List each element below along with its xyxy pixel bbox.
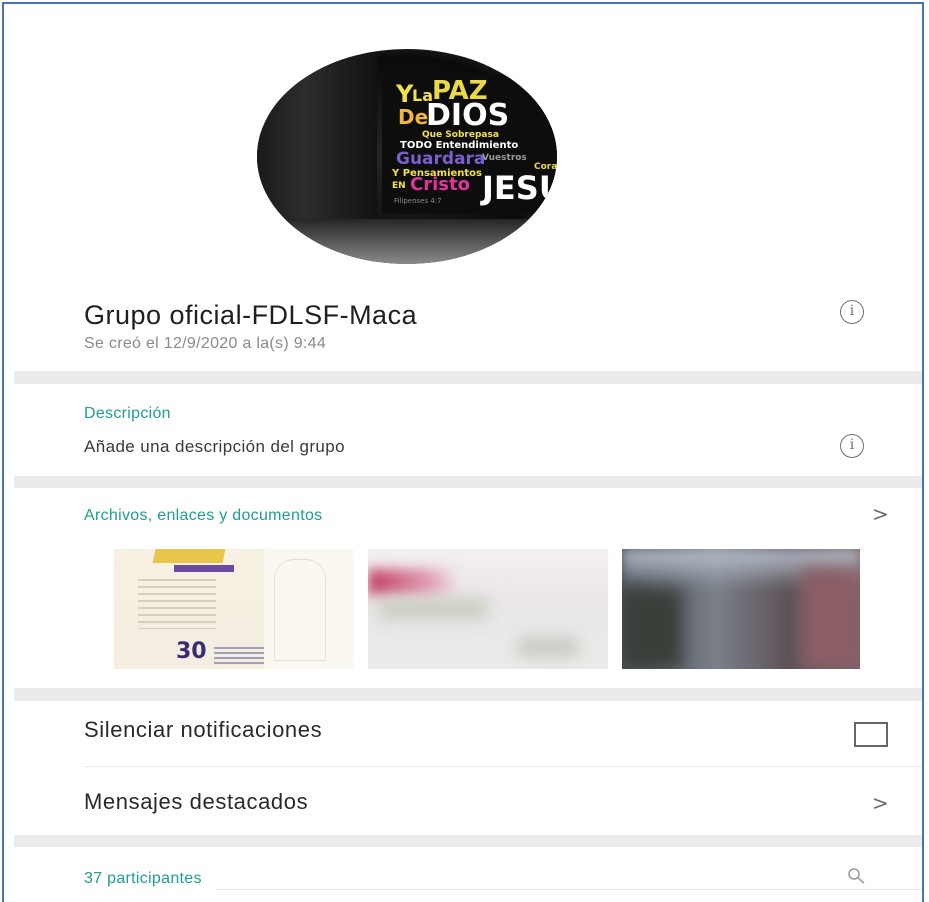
group-name: Grupo oficial-FDLSF-Maca: [84, 300, 418, 330]
poster-word: EN: [392, 181, 406, 191]
thumb-blur-shape: [368, 569, 458, 595]
group-info-panel: Y La PAZ De DIOS Que Sobrepasa TODO Ente…: [2, 2, 924, 902]
thumb-flyer-footer: [214, 647, 264, 665]
thumb-flyer-text: [138, 579, 216, 629]
thumb-blur-shape: [518, 637, 578, 657]
media-thumbnail[interactable]: [622, 549, 860, 669]
group-header: Y La PAZ De DIOS Que Sobrepasa TODO Ente…: [4, 4, 922, 371]
chevron-right-icon[interactable]: >: [872, 502, 889, 526]
group-avatar[interactable]: Y La PAZ De DIOS Que Sobrepasa TODO Ente…: [257, 49, 557, 264]
divider: [14, 371, 922, 384]
thumb-flyer-tower: [274, 559, 326, 661]
info-icon[interactable]: i: [840, 434, 864, 458]
divider: [14, 476, 922, 488]
poster-word: Filipenses 4:7: [394, 197, 442, 205]
search-icon[interactable]: [847, 867, 867, 887]
thumb-flyer-banner: [152, 549, 226, 563]
chevron-right-icon[interactable]: >: [872, 791, 889, 815]
mute-notifications-label[interactable]: Silenciar notificaciones: [84, 717, 322, 743]
poster-word: JESUS: [482, 169, 557, 207]
row-separator: [216, 889, 922, 890]
divider: [14, 688, 922, 701]
description-placeholder: Añade una descripción del grupo: [84, 437, 345, 456]
starred-messages-label[interactable]: Mensajes destacados: [84, 789, 308, 815]
poster-word: DIOS: [426, 98, 510, 133]
thumb-blur-shape: [378, 599, 488, 619]
row-separator: [84, 766, 922, 767]
avatar-poster: Y La PAZ De DIOS Que Sobrepasa TODO Ente…: [382, 74, 557, 214]
thumb-flyer-number: 30: [176, 639, 207, 664]
poster-word: Que Sobrepasa: [422, 130, 499, 140]
description-label: Descripción: [84, 405, 171, 422]
description-section[interactable]: Descripción i: [4, 384, 922, 476]
thumb-flyer-bar: [174, 565, 234, 572]
participants-count: 37 participantes: [84, 870, 202, 887]
thumb-blur-shape: [802, 569, 860, 669]
poster-word: Vuestros: [482, 153, 527, 163]
media-thumbnail[interactable]: [368, 549, 608, 669]
thumb-blur-shape: [622, 589, 682, 669]
poster-word: Guardara: [396, 149, 486, 169]
poster-word: Cristo: [410, 174, 470, 195]
poster-word: De: [398, 105, 429, 129]
info-icon[interactable]: i: [840, 300, 864, 324]
avatar-blur-bottom: [257, 219, 557, 264]
media-label[interactable]: Archivos, enlaces y documentos: [84, 507, 322, 525]
divider: [14, 835, 922, 847]
group-created-date: Se creó el 12/9/2020 a la(s) 9:44: [84, 335, 327, 352]
mute-notifications-checkbox[interactable]: [854, 722, 888, 747]
media-thumbnail[interactable]: 30: [114, 549, 354, 669]
poster-word: Y: [396, 80, 414, 108]
